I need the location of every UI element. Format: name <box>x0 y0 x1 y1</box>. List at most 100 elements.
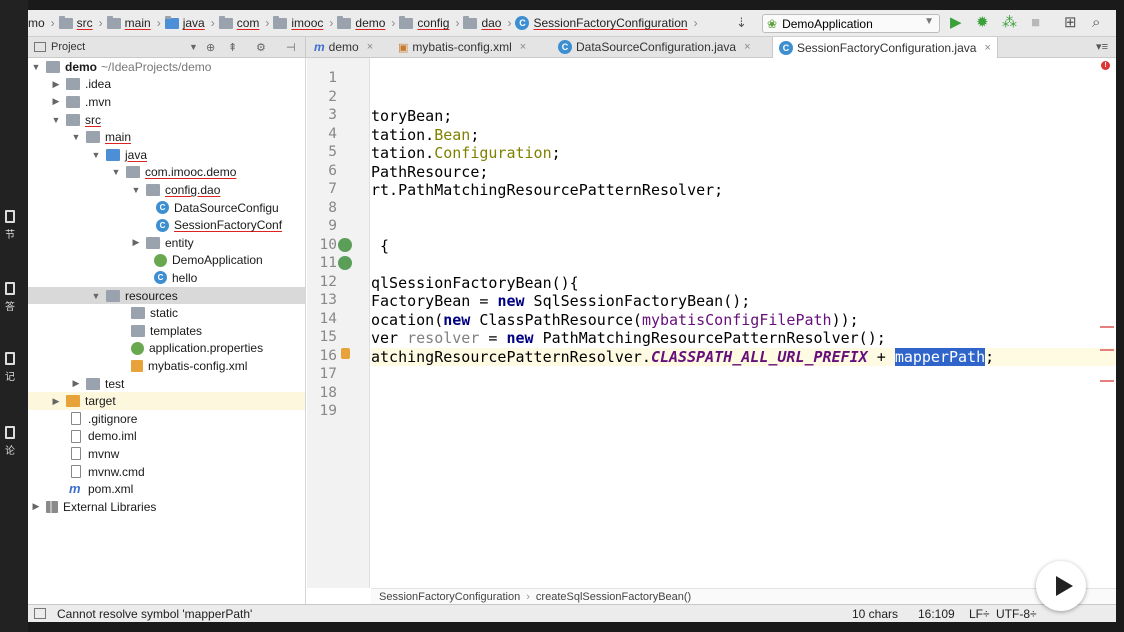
spring-bean-gutter-icon[interactable] <box>338 238 352 252</box>
crumb-class[interactable]: C SessionFactoryConfiguration <box>515 16 688 30</box>
breadcrumb-class[interactable]: SessionFactoryConfiguration <box>379 591 520 603</box>
notes-button[interactable]: 记 <box>0 352 20 383</box>
tree-path: ~/IdeaProjects/demo <box>101 59 212 74</box>
file-icon <box>71 412 81 426</box>
close-icon[interactable]: × <box>367 41 373 53</box>
close-icon[interactable]: × <box>984 42 990 54</box>
tree-row[interactable]: application.properties <box>28 340 305 358</box>
run-configuration-select[interactable]: ❀ DemoApplication ▼ <box>762 14 940 33</box>
lightbulb-icon[interactable] <box>341 348 350 359</box>
code-editor[interactable]: toryBean; tation.Bean; tation.Configurat… <box>371 58 1116 588</box>
stop-icon[interactable]: ■ <box>1031 14 1040 32</box>
caret-position[interactable]: 16:109 <box>918 607 955 621</box>
close-icon[interactable]: × <box>520 41 526 53</box>
tree-label: External Libraries <box>63 499 157 514</box>
crumb-java[interactable]: java <box>164 15 205 30</box>
close-icon[interactable]: × <box>744 41 750 53</box>
crumb-config[interactable]: config <box>399 15 450 30</box>
chevron-down-icon[interactable]: ▼ <box>189 42 198 52</box>
gear-icon[interactable]: ⚙ <box>256 41 266 54</box>
tree-label: application.properties <box>149 341 264 356</box>
tree-row[interactable]: .gitignore <box>28 410 305 428</box>
tool-windows-icon[interactable] <box>34 608 46 619</box>
tree-row[interactable]: ▼ demo ~/IdeaProjects/demo <box>28 58 305 76</box>
tab-mybatis-config[interactable]: ▣ mybatis-config.xml × <box>392 37 532 57</box>
project-structure-icon[interactable]: ⊞ <box>1064 14 1077 32</box>
tree-row[interactable]: mvnw.cmd <box>28 463 305 481</box>
tree-row[interactable]: ▶ target <box>28 392 305 410</box>
project-panel-header[interactable]: Project ▼ ⊕ ⇞ ⚙ ⊣ <box>28 37 306 57</box>
tree-row[interactable]: ▶ entity <box>28 234 305 252</box>
crumb-module[interactable]: mo <box>28 16 45 30</box>
crumb-main[interactable]: main <box>106 15 151 30</box>
code-text: SqlSessionFactoryBean(); <box>524 292 751 310</box>
build-icon[interactable]: ⇣ <box>736 14 747 32</box>
tree-label: pom.xml <box>88 482 134 497</box>
spring-bean-gutter-icon[interactable] <box>338 256 352 270</box>
chapter-button[interactable]: 节 <box>0 210 20 241</box>
crumb-demo[interactable]: demo <box>337 15 385 30</box>
tree-row[interactable]: static <box>28 304 305 322</box>
crumb-imooc[interactable]: imooc <box>273 15 324 30</box>
run-configuration-label: DemoApplication <box>782 16 873 31</box>
tree-row[interactable]: mvnw <box>28 445 305 463</box>
tab-demo[interactable]: m demo × <box>308 37 379 57</box>
file-encoding[interactable]: UTF-8÷ <box>996 607 1037 621</box>
tab-datasource-configuration[interactable]: C DataSourceConfiguration.java × <box>552 37 757 57</box>
discuss-button[interactable]: 论 <box>0 426 20 457</box>
tree-row[interactable]: ▶ External Libraries <box>28 498 305 516</box>
tree-row-selected[interactable]: ▼ resources <box>28 286 305 305</box>
debug-icon[interactable]: ✹ <box>976 14 989 32</box>
qa-icon <box>5 282 15 295</box>
hide-icon[interactable]: ⊣ <box>286 41 296 54</box>
tab-list-icon[interactable]: ▾≡ <box>1096 40 1108 53</box>
chevron-right-icon: › <box>265 16 270 30</box>
coverage-icon[interactable]: ⁂ <box>1002 14 1017 32</box>
tree-row[interactable]: C DataSourceConfigu <box>28 199 305 217</box>
tree-row[interactable]: Chello <box>28 269 305 287</box>
file-icon <box>71 465 81 479</box>
tree-row[interactable]: ▼ main <box>28 128 305 146</box>
code-keyword: new <box>506 329 534 347</box>
tree-label: .mvn <box>85 94 112 109</box>
crumb-com[interactable]: com <box>218 15 259 30</box>
editor-breadcrumb: SessionFactoryConfiguration › createSqlS… <box>371 588 1116 604</box>
qa-button[interactable]: 答 <box>0 282 20 313</box>
line-separator[interactable]: LF÷ <box>969 607 990 621</box>
search-icon[interactable]: ⌕ <box>1092 14 1100 32</box>
crumb-dao[interactable]: dao <box>463 15 501 30</box>
tree-row[interactable]: demo.iml <box>28 428 305 446</box>
tree-row[interactable]: mybatis-config.xml <box>28 357 305 375</box>
crumb-src[interactable]: src <box>58 15 93 30</box>
crumb-label: imooc <box>291 16 324 30</box>
error-indicator-icon[interactable]: ! <box>1101 61 1110 70</box>
tree-row[interactable]: ▼ java <box>28 146 305 164</box>
play-button[interactable] <box>1036 561 1086 611</box>
line-number: 3 <box>328 107 337 123</box>
error-stripe-mark[interactable] <box>1100 349 1114 351</box>
tree-row[interactable]: ▶ test <box>28 375 305 393</box>
tree-row[interactable]: DemoApplication <box>28 252 305 270</box>
collapse-icon[interactable]: ⇞ <box>228 41 237 54</box>
tree-row[interactable]: ▶ .mvn <box>28 93 305 111</box>
tree-row[interactable]: ▼ config.dao <box>28 181 305 199</box>
tree-row[interactable]: templates <box>28 322 305 340</box>
tree-row[interactable]: ▼ com.imooc.demo <box>28 164 305 182</box>
run-icon[interactable]: ▶ <box>950 14 962 32</box>
tree-row[interactable]: m pom.xml <box>28 480 305 498</box>
code-keyword: new <box>443 310 471 329</box>
tree-label: com.imooc.demo <box>145 165 237 180</box>
tree-row[interactable]: ▶ .idea <box>28 76 305 94</box>
error-stripe-mark[interactable] <box>1100 380 1114 382</box>
crumb-label: config <box>417 16 450 30</box>
sync-icon[interactable]: ⊕ <box>206 41 215 54</box>
module-folder-icon <box>46 60 60 73</box>
tree-row[interactable]: C SessionFactoryConf <box>28 216 305 234</box>
tree-label: java <box>125 147 148 162</box>
error-stripe-mark[interactable] <box>1100 326 1114 328</box>
resources-folder-icon <box>106 289 120 302</box>
tab-sessionfactory-configuration[interactable]: C SessionFactoryConfiguration.java × <box>772 37 998 58</box>
tree-row[interactable]: ▼ src <box>28 111 305 129</box>
breadcrumb-method[interactable]: createSqlSessionFactoryBean() <box>536 591 691 603</box>
code-text: ocation( <box>371 310 444 329</box>
